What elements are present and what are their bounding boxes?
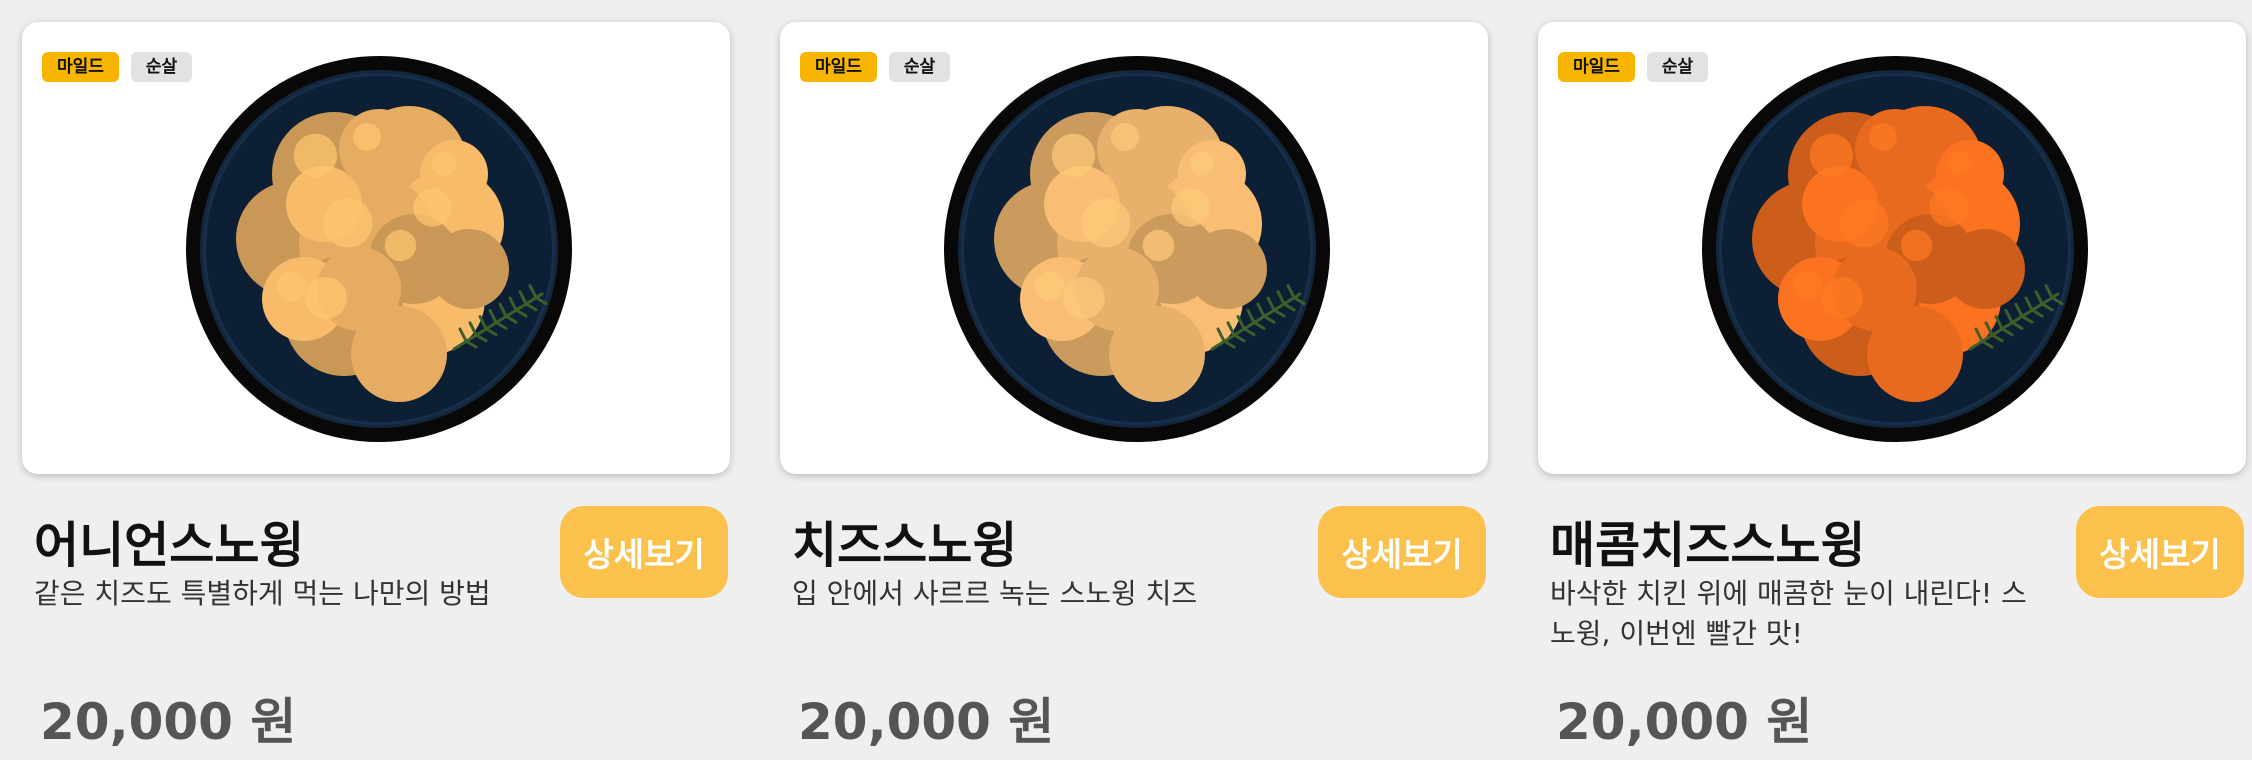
tag-boneless: 순살 <box>130 52 193 82</box>
menu-price: 20,000 원 <box>798 693 1055 751</box>
detail-button[interactable]: 상세보기 <box>560 506 728 598</box>
tag-group: 마일드 순살 <box>800 52 951 82</box>
menu-name: 치즈스노윙 <box>792 517 1018 574</box>
tag-boneless: 순살 <box>888 52 951 82</box>
tag-mild: 마일드 <box>1558 52 1635 82</box>
menu-image-box[interactable]: 마일드 순살 <box>780 22 1488 474</box>
tag-mild: 마일드 <box>800 52 877 82</box>
tag-group: 마일드 순살 <box>1558 52 1709 82</box>
menu-price: 20,000 원 <box>1556 693 1813 751</box>
menu-price: 20,000 원 <box>40 693 297 751</box>
chicken-plate-image <box>184 54 574 444</box>
tag-group: 마일드 순살 <box>42 52 193 82</box>
tag-boneless: 순살 <box>1646 52 1709 82</box>
menu-card: 마일드 순살 매콤치즈스노윙 바삭한 치킨 위에 매콤한 눈이 내린다! 스노윙… <box>1516 0 2246 760</box>
menu-description: 바삭한 치킨 위에 매콤한 눈이 내린다! 스노윙, 이번엔 빨간 맛! <box>1550 577 2027 650</box>
chicken-plate-image <box>942 54 1332 444</box>
menu-image-box[interactable]: 마일드 순살 <box>22 22 730 474</box>
menu-description: 입 안에서 사르르 녹는 스노윙 치즈 <box>792 577 1198 610</box>
menu-card: 마일드 순살 어니언스노윙 같은 치즈도 특별하게 먹는 나만의 방법 20,0… <box>0 0 730 760</box>
detail-button[interactable]: 상세보기 <box>2076 506 2244 598</box>
tag-mild: 마일드 <box>42 52 119 82</box>
chicken-plate-image <box>1700 54 2090 444</box>
menu-image-box[interactable]: 마일드 순살 <box>1538 22 2246 474</box>
menu-description: 같은 치즈도 특별하게 먹는 나만의 방법 <box>34 577 491 610</box>
menu-name: 매콤치즈스노윙 <box>1550 517 1866 574</box>
menu-card: 마일드 순살 치즈스노윙 입 안에서 사르르 녹는 스노윙 치즈 20,000 … <box>758 0 1488 760</box>
menu-name: 어니언스노윙 <box>34 517 305 574</box>
detail-button[interactable]: 상세보기 <box>1318 506 1486 598</box>
